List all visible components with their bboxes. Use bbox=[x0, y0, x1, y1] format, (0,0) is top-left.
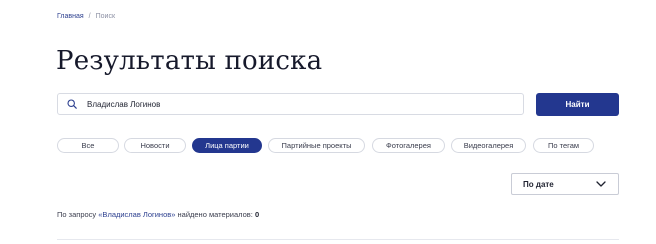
summary-prefix: По запросу bbox=[57, 210, 97, 219]
breadcrumb-current: Поиск bbox=[95, 13, 116, 20]
filter-chip-party-faces[interactable]: Лица партии bbox=[192, 138, 262, 153]
filter-chip-party-projects[interactable]: Партийные проекты bbox=[268, 138, 365, 153]
sort-select-value: По дате bbox=[523, 179, 554, 189]
search-input[interactable] bbox=[87, 99, 487, 109]
divider bbox=[57, 239, 619, 240]
breadcrumb-separator: / bbox=[88, 13, 91, 20]
filter-chip-video-gallery[interactable]: Видеогалерея bbox=[451, 138, 526, 153]
breadcrumb-home-link[interactable]: Главная bbox=[57, 13, 84, 20]
page-title: Результаты поиска bbox=[56, 46, 323, 76]
result-summary: По запросу «Владислав Логинов» найдено м… bbox=[57, 210, 259, 219]
summary-count: 0 bbox=[254, 210, 260, 219]
filter-chip-all[interactable]: Все bbox=[57, 138, 119, 153]
breadcrumb: Главная / Поиск bbox=[57, 13, 115, 20]
find-button[interactable]: Найти bbox=[536, 93, 619, 116]
chevron-down-icon bbox=[596, 180, 606, 189]
sort-select[interactable]: По дате bbox=[511, 173, 619, 195]
filter-chip-by-tags[interactable]: По тегам bbox=[533, 138, 594, 153]
summary-middle: найдено материалов: bbox=[177, 210, 253, 219]
filter-chip-news[interactable]: Новости bbox=[124, 138, 186, 153]
summary-query: «Владислав Логинов» bbox=[98, 210, 176, 219]
search-box[interactable] bbox=[57, 93, 524, 115]
search-icon bbox=[66, 98, 78, 110]
filter-chip-photo-gallery[interactable]: Фотогалерея bbox=[372, 138, 445, 153]
